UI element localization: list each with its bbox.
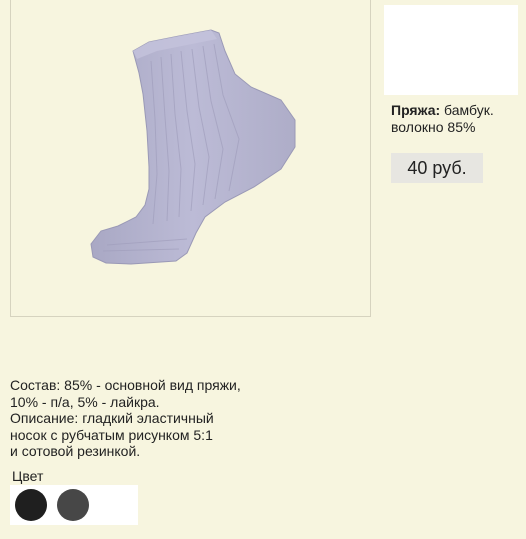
color-dot-black [15, 489, 47, 521]
description-line: носок с рубчатым рисунком 5:1 [10, 426, 213, 443]
description-line: Состав: 85% - основной вид пряжи, [10, 377, 241, 393]
sock-image [90, 29, 296, 265]
price-badge: 40 руб. [391, 153, 483, 183]
color-swatch-black[interactable] [10, 485, 52, 525]
info-panel [384, 5, 518, 95]
color-dot-dark-gray [57, 489, 89, 521]
yarn-label: Пряжа: [391, 102, 441, 118]
description-line: Описание: гладкий эластичный [10, 410, 214, 426]
description-line: и сотовой резинкой. [10, 443, 141, 459]
yarn-info: Пряжа: бамбук. волокно 85% [391, 102, 521, 136]
product-image[interactable] [10, 0, 371, 317]
color-swatch-white[interactable] [94, 485, 138, 525]
color-label: Цвет [12, 468, 44, 484]
product-description: Состав: 85% - основной вид пряжи, 10% - … [10, 377, 310, 460]
color-swatch-dark-gray[interactable] [52, 485, 94, 525]
color-swatches [10, 485, 138, 525]
description-line: 10% - п/а, 5% - лайкра. [10, 393, 160, 410]
